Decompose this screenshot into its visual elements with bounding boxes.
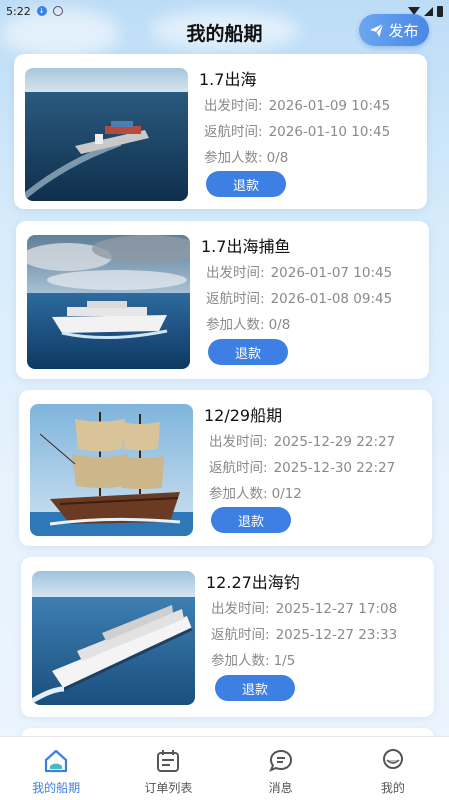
cruise-ship-image xyxy=(32,571,195,705)
return-time-row: 返航时间: 2025-12-30 22:27 xyxy=(209,456,395,476)
return-label: 返航时间: xyxy=(204,124,263,140)
trip-thumbnail xyxy=(30,404,193,536)
return-label: 返航时间: xyxy=(211,627,270,643)
trip-title: 12/29船期 xyxy=(204,406,283,425)
home-icon xyxy=(45,749,68,773)
participants-label: 参加人数: xyxy=(206,317,265,333)
depart-value: 2025-12-27 17:08 xyxy=(275,601,398,617)
return-label: 返航时间: xyxy=(209,460,268,476)
return-value: 2026-01-08 09:45 xyxy=(270,291,393,307)
trip-card[interactable]: 1.7出海 出发时间: 2026-01-09 10:45 返航时间: 2026-01… xyxy=(14,54,427,209)
depart-time-row: 出发时间: 2026-01-09 10:45 xyxy=(204,94,390,114)
participants-row: 参加人数: 1/5 xyxy=(211,649,295,669)
publish-label: 发布 xyxy=(388,21,419,40)
participants-value: 0/8 xyxy=(266,150,289,166)
tab-order-list[interactable]: 订单列表 xyxy=(112,737,224,800)
bottom-tab-bar: 我的船期 订单列表 消息 我的 xyxy=(0,736,449,800)
tab-label: 订单列表 xyxy=(144,781,193,795)
return-label: 返航时间: xyxy=(206,291,265,307)
depart-value: 2026-01-07 10:45 xyxy=(270,265,393,281)
return-value: 2025-12-30 22:27 xyxy=(273,460,396,476)
trip-card[interactable]: 1.7出海捕鱼 出发时间: 2026-01-07 10:45 返航时间: 2026-… xyxy=(16,221,429,379)
trip-card[interactable]: 12/29船期 出发时间: 2025-12-29 22:27 返航时间: 2025-… xyxy=(19,390,432,546)
depart-time-row: 出发时间: 2025-12-27 17:08 xyxy=(211,597,397,617)
depart-label: 出发时间: xyxy=(204,98,263,114)
return-value: 2025-12-27 23:33 xyxy=(275,627,398,643)
tab-messages[interactable]: 消息 xyxy=(225,737,337,800)
page-title: 我的船期 xyxy=(186,22,263,45)
cruise-ship-clouds-image xyxy=(27,235,190,369)
refund-button[interactable]: 退款 xyxy=(206,171,286,197)
participants-row: 参加人数: 0/8 xyxy=(206,313,290,333)
refund-button[interactable]: 退款 xyxy=(208,339,288,365)
chat-bubble-icon xyxy=(268,749,292,772)
trip-thumbnail xyxy=(25,68,188,201)
depart-label: 出发时间: xyxy=(206,265,265,281)
calendar-list-icon xyxy=(157,750,180,772)
depart-value: 2026-01-09 10:45 xyxy=(268,98,391,114)
participants-value: 0/8 xyxy=(268,317,291,333)
participants-row: 参加人数: 0/12 xyxy=(209,482,302,502)
profile-icon xyxy=(382,749,403,769)
publish-button[interactable]: 发布 xyxy=(359,14,429,46)
participants-value: 0/12 xyxy=(271,486,302,502)
participants-label: 参加人数: xyxy=(211,653,270,669)
cargo-ship-image xyxy=(25,68,188,201)
return-time-row: 返航时间: 2025-12-27 23:33 xyxy=(211,623,397,643)
tab-label: 我的船期 xyxy=(32,781,81,795)
tab-my-trips[interactable]: 我的船期 xyxy=(0,737,112,800)
header: 我的船期 发布 xyxy=(0,14,449,50)
tab-label: 我的 xyxy=(380,781,405,795)
return-value: 2026-01-10 10:45 xyxy=(268,124,391,140)
return-time-row: 返航时间: 2026-01-08 09:45 xyxy=(206,287,392,307)
trip-thumbnail xyxy=(32,571,195,705)
trip-title: 1.7出海捕鱼 xyxy=(201,237,291,256)
sailing-ship-image xyxy=(30,404,193,536)
participants-row: 参加人数: 0/8 xyxy=(204,146,288,166)
send-icon xyxy=(370,23,384,37)
trip-thumbnail xyxy=(27,235,190,369)
trip-title: 12.27出海钓 xyxy=(206,573,300,592)
return-time-row: 返航时间: 2026-01-10 10:45 xyxy=(204,120,390,140)
depart-time-row: 出发时间: 2026-01-07 10:45 xyxy=(206,261,392,281)
trip-card[interactable]: 12.27出海钓 出发时间: 2025-12-27 17:08 返航时间: 2025… xyxy=(21,557,434,717)
tab-profile[interactable]: 我的 xyxy=(337,737,449,800)
trip-title: 1.7出海 xyxy=(199,70,257,89)
refund-button[interactable]: 退款 xyxy=(215,675,295,701)
participants-value: 1/5 xyxy=(273,653,296,669)
depart-time-row: 出发时间: 2025-12-29 22:27 xyxy=(209,430,395,450)
participants-label: 参加人数: xyxy=(204,150,263,166)
tab-label: 消息 xyxy=(268,781,293,795)
refund-button[interactable]: 退款 xyxy=(211,507,291,533)
depart-label: 出发时间: xyxy=(209,434,268,450)
depart-label: 出发时间: xyxy=(211,601,270,617)
participants-label: 参加人数: xyxy=(209,486,268,502)
depart-value: 2025-12-29 22:27 xyxy=(273,434,396,450)
